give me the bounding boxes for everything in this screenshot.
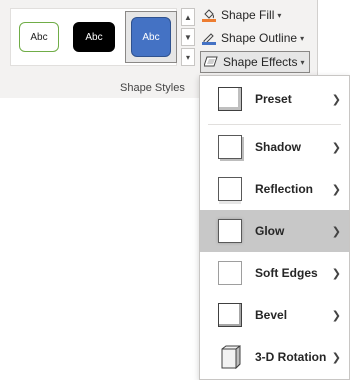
chevron-right-icon: ❯ bbox=[331, 183, 341, 196]
shape-style-gallery: Abc Abc Abc bbox=[10, 8, 177, 66]
shape-effects-button[interactable]: Shape Effects ▾ bbox=[200, 51, 310, 73]
gallery-scroll-down-button[interactable]: ▼ bbox=[181, 28, 195, 46]
chevron-down-icon: ▾ bbox=[300, 57, 305, 67]
group-label: Shape Styles bbox=[120, 82, 185, 94]
chevron-right-icon: ❯ bbox=[331, 93, 341, 106]
shadow-icon bbox=[218, 135, 242, 159]
shape-effects-icon bbox=[203, 55, 218, 69]
gallery-scroll-up-button[interactable]: ▲ bbox=[181, 8, 195, 26]
shape-outline-button[interactable]: Shape Outline ▾ bbox=[202, 28, 304, 48]
shape-fill-label: Shape Fill bbox=[221, 8, 275, 22]
menu-item-shadow[interactable]: Shadow ❯ bbox=[200, 126, 349, 168]
pen-icon bbox=[202, 31, 216, 45]
glow-icon bbox=[218, 219, 242, 243]
paint-bucket-icon bbox=[202, 8, 216, 22]
3d-rotation-icon bbox=[218, 345, 242, 370]
style-swatch-blue[interactable]: Abc bbox=[131, 17, 171, 57]
chevron-down-icon: ▾ bbox=[277, 10, 282, 20]
chevron-down-icon: ▾ bbox=[300, 33, 305, 43]
menu-item-soft-edges[interactable]: Soft Edges ❯ bbox=[200, 252, 349, 294]
style-swatch-black[interactable]: Abc bbox=[73, 22, 115, 52]
chevron-right-icon: ❯ bbox=[331, 267, 341, 280]
shape-effects-label: Shape Effects bbox=[223, 55, 298, 69]
reflection-icon bbox=[218, 177, 242, 201]
chevron-right-icon: ❯ bbox=[331, 351, 341, 364]
style-swatch-selected-frame: Abc bbox=[125, 11, 177, 63]
bevel-icon bbox=[218, 303, 242, 327]
menu-item-reflection[interactable]: Reflection ❯ bbox=[200, 168, 349, 210]
chevron-right-icon: ❯ bbox=[331, 309, 341, 322]
menu-item-glow[interactable]: Glow ❯ bbox=[200, 210, 349, 252]
soft-edges-icon bbox=[218, 261, 242, 285]
style-swatch-outline-green[interactable]: Abc bbox=[19, 22, 59, 52]
chevron-right-icon: ❯ bbox=[331, 141, 341, 154]
gallery-scroll: ▲ ▼ ▾ bbox=[181, 8, 195, 66]
menu-item-bevel[interactable]: Bevel ❯ bbox=[200, 294, 349, 336]
menu-item-3d-rotation[interactable]: 3-D Rotation ❯ bbox=[200, 336, 349, 378]
menu-item-preset[interactable]: Preset ❯ bbox=[200, 78, 349, 120]
shape-outline-label: Shape Outline bbox=[221, 31, 298, 45]
gallery-more-button[interactable]: ▾ bbox=[181, 48, 195, 66]
chevron-right-icon: ❯ bbox=[331, 225, 341, 238]
menu-separator bbox=[208, 124, 341, 125]
preset-icon bbox=[218, 87, 242, 111]
shape-effects-menu: Preset ❯ Shadow ❯ Reflection ❯ Glow ❯ So… bbox=[199, 75, 350, 380]
shape-fill-button[interactable]: Shape Fill ▾ bbox=[202, 5, 281, 25]
